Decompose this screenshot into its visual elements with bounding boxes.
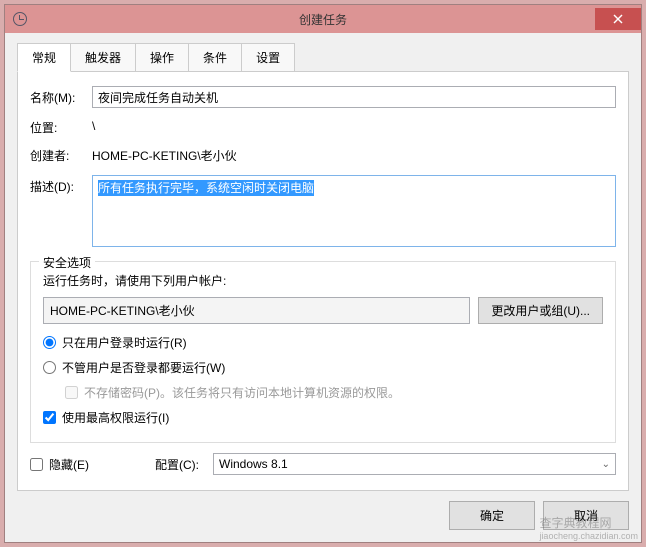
radio-logged-on[interactable]: 只在用户登录时运行(R) <box>43 334 603 351</box>
hidden-checkbox[interactable] <box>30 458 43 471</box>
config-select[interactable]: Windows 8.1 ⌄ <box>213 453 616 475</box>
description-text: 所有任务执行完毕，系统空闲时关闭电脑 <box>98 180 314 196</box>
highest-priv-label: 使用最高权限运行(I) <box>62 409 169 426</box>
titlebar[interactable]: 创建任务 <box>5 5 641 33</box>
tab-general[interactable]: 常规 <box>17 43 71 72</box>
change-user-button[interactable]: 更改用户或组(U)... <box>478 297 603 324</box>
author-value: HOME-PC-KETING\老小伙 <box>92 144 616 167</box>
security-legend: 安全选项 <box>39 254 95 271</box>
chevron-down-icon: ⌄ <box>602 459 610 470</box>
config-label: 配置(C): <box>155 456 199 473</box>
description-label: 描述(D): <box>30 175 92 195</box>
name-input[interactable] <box>92 86 616 108</box>
tab-strip: 常规 触发器 操作 条件 设置 <box>17 43 629 72</box>
tab-triggers[interactable]: 触发器 <box>70 43 136 71</box>
radio-logged-on-label: 只在用户登录时运行(R) <box>62 334 187 351</box>
hidden-row[interactable]: 隐藏(E) <box>30 456 89 473</box>
content-area: 常规 触发器 操作 条件 设置 名称(M): 位置: \ 创建者: HOME-P… <box>5 33 641 542</box>
no-password-row: 不存储密码(P)。该任务将只有访问本地计算机资源的权限。 <box>65 384 603 401</box>
config-value: Windows 8.1 <box>219 457 288 471</box>
radio-any-user[interactable]: 不管用户是否登录都要运行(W) <box>43 359 603 376</box>
close-button[interactable] <box>595 8 641 30</box>
window-title: 创建任务 <box>299 11 347 28</box>
account-prompt: 运行任务时，请使用下列用户帐户: <box>43 272 603 289</box>
account-field: HOME-PC-KETING\老小伙 <box>43 297 470 324</box>
general-panel: 名称(M): 位置: \ 创建者: HOME-PC-KETING\老小伙 描述(… <box>17 72 629 491</box>
hidden-label: 隐藏(E) <box>49 456 89 473</box>
highest-priv-checkbox[interactable] <box>43 411 56 424</box>
ok-button[interactable]: 确定 <box>449 501 535 530</box>
close-icon <box>613 14 623 24</box>
cancel-button[interactable]: 取消 <box>543 501 629 530</box>
location-value: \ <box>92 116 616 136</box>
tab-actions[interactable]: 操作 <box>135 43 189 71</box>
tab-conditions[interactable]: 条件 <box>188 43 242 71</box>
location-label: 位置: <box>30 116 92 136</box>
no-password-checkbox <box>65 386 78 399</box>
radio-logged-on-input[interactable] <box>43 336 56 349</box>
name-label: 名称(M): <box>30 86 92 106</box>
clock-icon <box>13 12 27 26</box>
highest-priv-row[interactable]: 使用最高权限运行(I) <box>43 409 603 426</box>
radio-any-input[interactable] <box>43 361 56 374</box>
author-label: 创建者: <box>30 144 92 164</box>
security-options: 安全选项 运行任务时，请使用下列用户帐户: HOME-PC-KETING\老小伙… <box>30 261 616 443</box>
dialog-footer: 确定 取消 <box>17 501 629 530</box>
radio-any-label: 不管用户是否登录都要运行(W) <box>62 359 225 376</box>
task-dialog: 创建任务 常规 触发器 操作 条件 设置 名称(M): 位置: \ 创建者: H… <box>4 4 642 543</box>
tab-settings[interactable]: 设置 <box>241 43 295 71</box>
description-input[interactable]: 所有任务执行完毕，系统空闲时关闭电脑 <box>92 175 616 247</box>
no-password-label: 不存储密码(P)。该任务将只有访问本地计算机资源的权限。 <box>84 384 400 401</box>
